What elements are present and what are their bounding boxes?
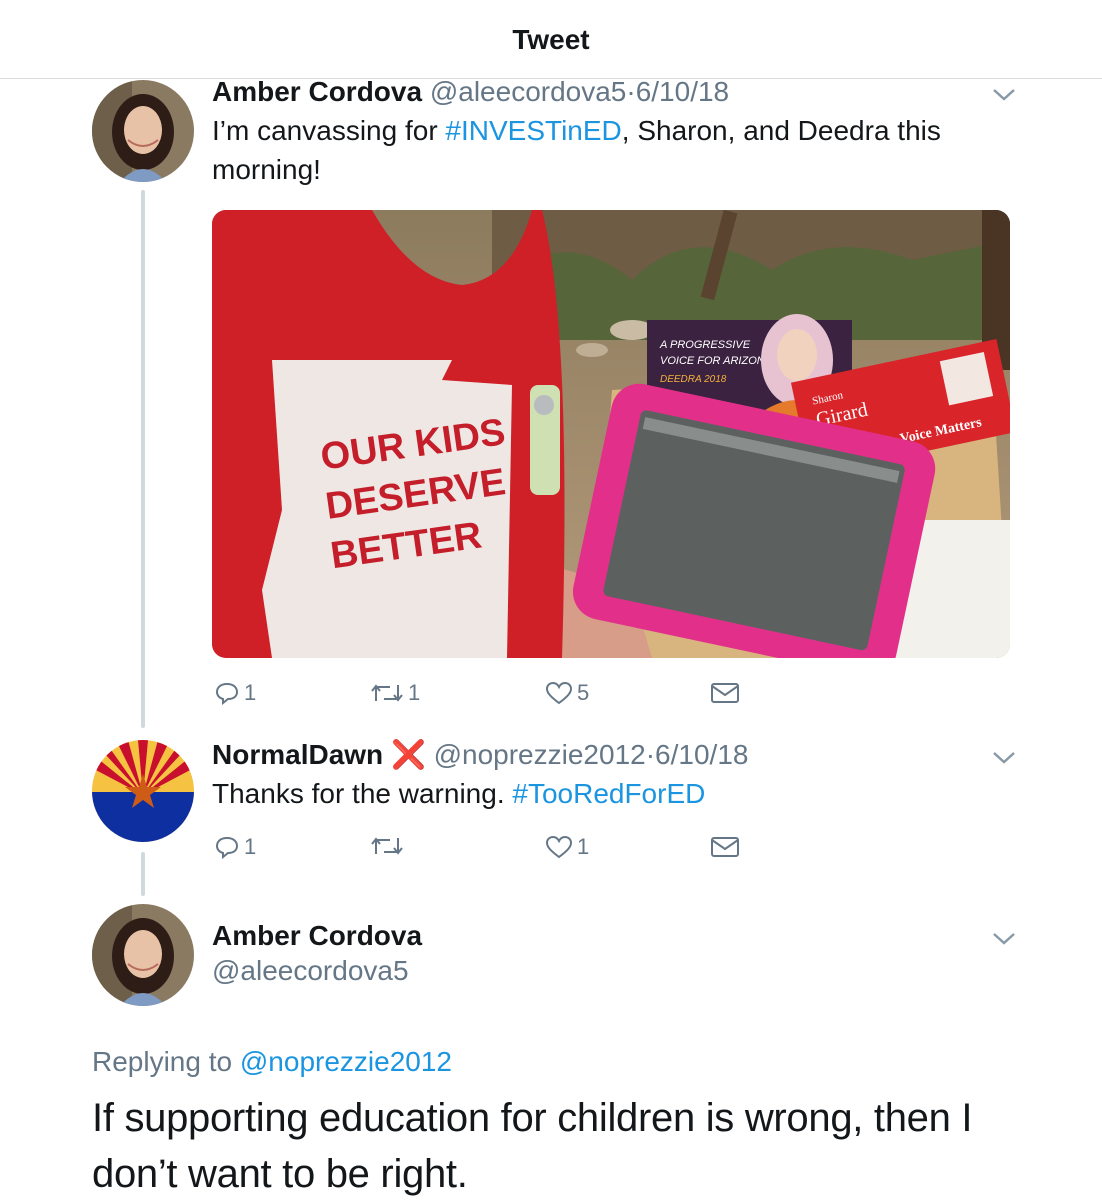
author-handle[interactable]: @aleecordova5 (430, 76, 627, 107)
retweet-count: 1 (408, 680, 421, 705)
author-name[interactable]: NormalDawn (212, 739, 383, 770)
dm-button[interactable] (710, 682, 740, 704)
page-title: Tweet (512, 24, 590, 55)
card-text: A PROGRESSIVE (659, 339, 751, 351)
thread-line (141, 852, 145, 896)
like-button[interactable]: 5 (545, 680, 589, 706)
like-count: 1 (577, 834, 590, 859)
retweet-icon (371, 684, 403, 702)
card-text: VOICE FOR ARIZONA (660, 355, 772, 367)
tweet-header: NormalDawn ❌ @noprezzie2012·6/10/18 (212, 738, 748, 771)
tweet-text: Thanks for the warning. #TooRedForED (212, 778, 706, 809)
separator-dot: · (626, 76, 636, 107)
envelope-icon (711, 837, 739, 857)
like-count: 5 (577, 680, 590, 705)
author-handle[interactable]: @aleecordova5 (212, 955, 409, 987)
tweet-photo[interactable]: A PROGRESSIVE VOICE FOR ARIZONA DEEDRA 2… (212, 210, 1010, 658)
tweet-date[interactable]: 6/10/18 (636, 76, 729, 107)
chevron-down-icon[interactable] (990, 930, 1018, 948)
reply-icon (215, 682, 239, 705)
avatar[interactable] (92, 80, 194, 182)
tweet-date[interactable]: 6/10/18 (655, 739, 748, 770)
separator-dot: · (645, 739, 656, 770)
cross-mark-icon: ❌ (390, 739, 426, 770)
chevron-down-icon[interactable] (990, 86, 1018, 104)
author-name[interactable]: Amber Cordova (212, 76, 422, 107)
avatar[interactable] (92, 740, 194, 842)
like-button[interactable]: 1 (545, 834, 589, 860)
retweet-button[interactable] (370, 834, 408, 858)
dm-button[interactable] (710, 836, 740, 858)
reply-count: 1 (244, 680, 257, 705)
reply-button[interactable]: 1 (214, 834, 256, 860)
author-handle[interactable]: @noprezzie2012 (434, 739, 646, 770)
retweet-icon (371, 837, 403, 855)
replying-to-link[interactable]: @noprezzie2012 (240, 1046, 452, 1077)
tweet-text: I’m canvassing for #INVESTinED, Sharon, … (212, 115, 941, 185)
chevron-down-icon[interactable] (990, 749, 1018, 767)
envelope-icon (711, 683, 739, 703)
reply-count: 1 (244, 834, 257, 859)
heart-icon (545, 835, 573, 859)
replying-to: Replying to @noprezzie2012 (92, 1046, 452, 1077)
main-tweet-text: If supporting education for children is … (92, 1096, 973, 1196)
top-bar: Tweet (0, 0, 1102, 79)
hashtag-link[interactable]: #TooRedForED (512, 778, 705, 809)
heart-icon (545, 681, 573, 705)
card-text: DEEDRA 2018 (660, 374, 727, 385)
retweet-button[interactable]: 1 (370, 680, 420, 706)
thread-line (141, 190, 145, 728)
reply-button[interactable]: 1 (214, 680, 256, 706)
author-name[interactable]: Amber Cordova (212, 920, 422, 952)
avatar[interactable] (92, 904, 194, 1006)
tweet-header: Amber Cordova @aleecordova5·6/10/18 (212, 76, 729, 108)
hashtag-link[interactable]: #INVESTinED (445, 115, 621, 146)
reply-icon (215, 836, 239, 859)
